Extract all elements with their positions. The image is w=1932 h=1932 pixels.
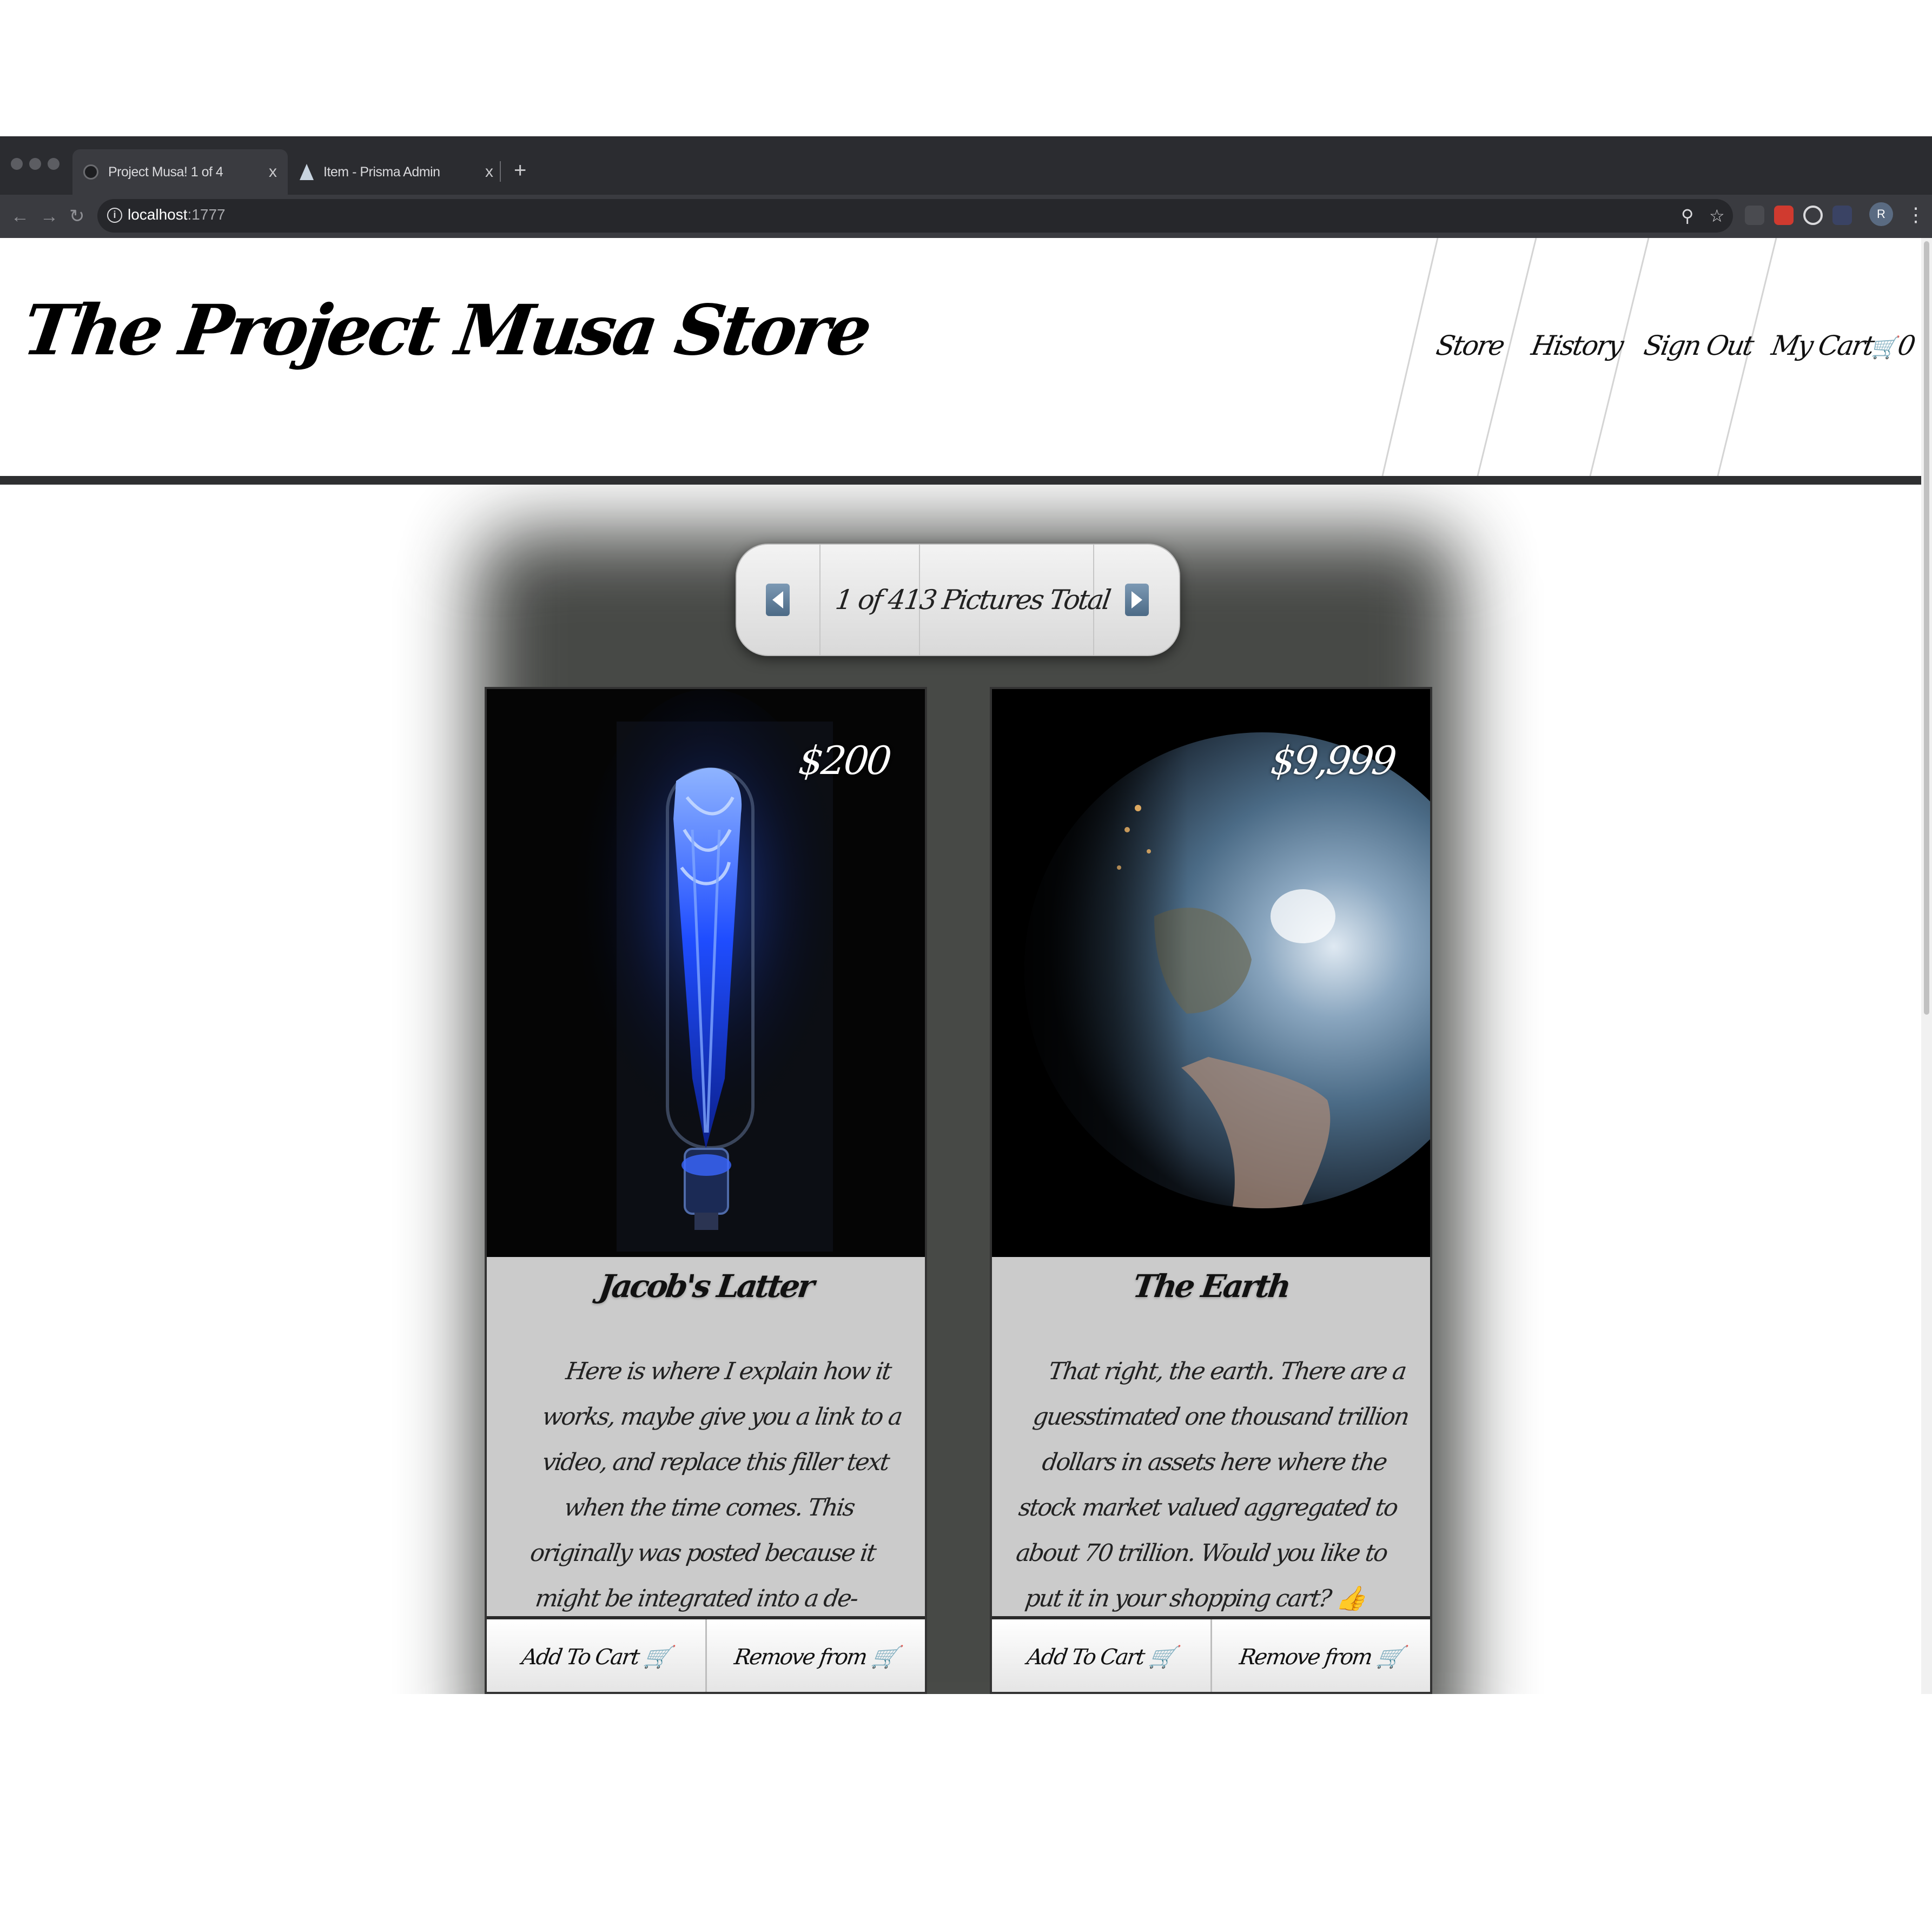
- card-actions: Add To Cart 🛒 Remove from 🛒: [992, 1616, 1431, 1692]
- site-header: The Project Musa Store Store History Sig…: [0, 238, 1921, 476]
- tab-favicon-icon: [83, 164, 98, 180]
- info-icon[interactable]: i: [107, 208, 122, 223]
- menu-icon[interactable]: ⋮: [1906, 201, 1926, 228]
- card-actions: Add To Cart 🛒 Remove from 🛒: [487, 1616, 925, 1692]
- prev-arrow-icon: [766, 584, 790, 616]
- extension-icon-2[interactable]: [1774, 206, 1794, 225]
- tab-separator: [500, 161, 501, 182]
- star-icon[interactable]: ☆: [1709, 203, 1725, 228]
- total-pictures: 13 Pictures Total: [902, 545, 1111, 655]
- nav-cart-link[interactable]: My Cart🛒0: [1769, 330, 1916, 361]
- product-title: Jacob's Latter: [597, 1268, 815, 1305]
- profile-avatar[interactable]: R: [1869, 202, 1893, 226]
- extension-icon-4[interactable]: [1832, 206, 1852, 225]
- nav-dividers: [1381, 238, 1777, 476]
- product-description: That right, the earth. There are a guess…: [1014, 1358, 1410, 1612]
- tab-prisma-admin[interactable]: Item - Prisma Admin x: [289, 149, 504, 195]
- scrollbar-thumb[interactable]: [1924, 241, 1929, 1015]
- product-card: $200 Jacob's Latter Here is where I expl…: [485, 687, 927, 1694]
- header-divider: [0, 476, 1921, 485]
- tab-project-musa[interactable]: Project Musa! 1 of 4 x: [72, 149, 288, 195]
- page-viewport: The Project Musa Store Store History Sig…: [0, 238, 1921, 1694]
- address-bar-row: ← → ↻ i localhost:1777 ⚲ ☆ R ⋮: [0, 195, 1932, 238]
- tab-title: Project Musa! 1 of 4: [108, 164, 223, 180]
- product-card: $9,999 The Earth That right, the earth. …: [990, 687, 1432, 1694]
- product-price: $9,999: [1268, 738, 1397, 783]
- tab-bar: Project Musa! 1 of 4 x Item - Prisma Adm…: [0, 136, 1932, 195]
- reload-icon[interactable]: ↻: [69, 204, 85, 228]
- zoom-icon[interactable]: ⚲: [1681, 203, 1693, 228]
- tab-title: Item - Prisma Admin: [323, 164, 440, 180]
- window-zoom-dot[interactable]: [48, 158, 59, 170]
- product-price: $200: [796, 738, 892, 783]
- product-image-plasma[interactable]: $200: [487, 689, 925, 1257]
- browser-window: Project Musa! 1 of 4 x Item - Prisma Adm…: [0, 136, 1932, 1694]
- remove-from-cart-button[interactable]: Remove from 🛒: [1212, 1619, 1431, 1692]
- product-title: The Earth: [1130, 1268, 1292, 1305]
- tab-close-icon[interactable]: x: [485, 161, 493, 183]
- new-tab-icon[interactable]: +: [514, 157, 526, 184]
- page-scrollbar[interactable]: [1921, 238, 1932, 1694]
- tab-close-icon[interactable]: x: [269, 161, 277, 183]
- prisma-logo-icon: [300, 164, 314, 180]
- product-image-earth[interactable]: $9,999: [992, 689, 1430, 1257]
- nav-store-link[interactable]: Store: [1434, 330, 1506, 361]
- add-to-cart-button[interactable]: Add To Cart 🛒: [487, 1619, 707, 1692]
- next-arrow-icon: [1124, 584, 1149, 616]
- forward-icon[interactable]: →: [40, 204, 58, 228]
- url-text: localhost:1777: [128, 206, 226, 223]
- add-to-cart-button[interactable]: Add To Cart 🛒: [992, 1619, 1212, 1692]
- window-minimize-dot[interactable]: [29, 158, 41, 170]
- url-input[interactable]: i localhost:1777 ⚲ ☆: [97, 199, 1733, 233]
- cart-label: My Cart: [1769, 330, 1876, 361]
- nav-sign-out-link[interactable]: Sign Out: [1642, 330, 1755, 361]
- remove-from-cart-button[interactable]: Remove from 🛒: [707, 1619, 925, 1692]
- extension-icon-1[interactable]: [1745, 206, 1764, 225]
- back-icon[interactable]: ←: [11, 204, 29, 228]
- extension-icon-3[interactable]: [1803, 206, 1823, 225]
- nav-history-link[interactable]: History: [1529, 330, 1625, 361]
- window-close-dot[interactable]: [11, 158, 23, 170]
- pagination-bar: 1 of 4 13 Pictures Total: [736, 544, 1180, 656]
- prev-page-button[interactable]: [737, 545, 821, 655]
